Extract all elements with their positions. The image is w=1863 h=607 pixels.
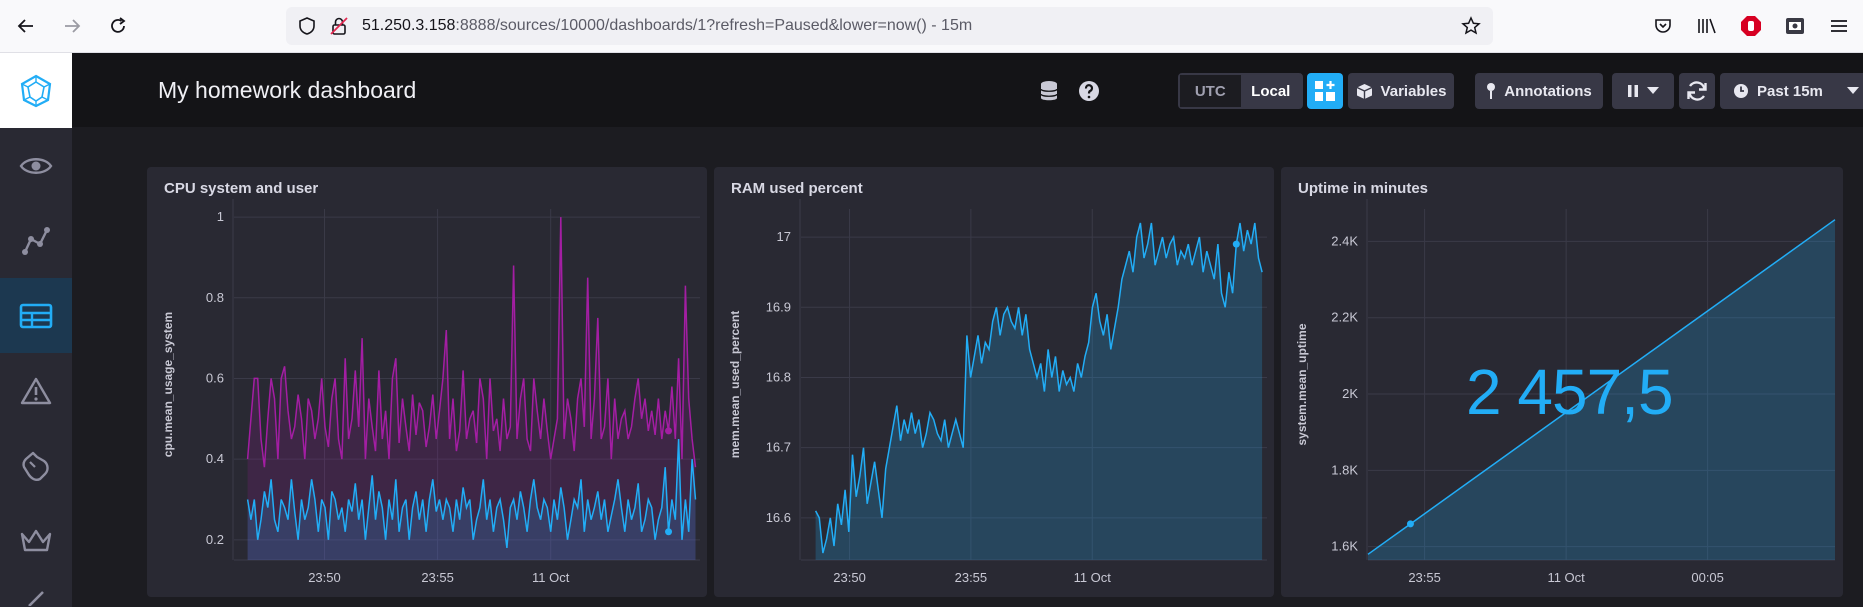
pocket-icon[interactable] (1650, 13, 1676, 39)
y-tick-label: 0.8 (206, 290, 224, 305)
y-tick-label: 16.6 (766, 510, 791, 525)
x-tick-label: 11 Oct (1074, 570, 1112, 585)
y-axis-label: cpu.mean_usage_system (161, 312, 175, 457)
caret-down-icon (1647, 87, 1659, 94)
url-path: :8888/sources/10000/dashboards/1?refresh… (455, 17, 973, 34)
x-tick-label: 00:05 (1691, 570, 1724, 585)
y-tick-label: 1.6K (1331, 539, 1358, 554)
variables-label: Variables (1380, 82, 1447, 100)
caret-down-icon (1846, 87, 1859, 94)
reload-button[interactable] (102, 10, 134, 42)
x-tick-label: 23:55 (421, 570, 454, 585)
dashboards-grid-icon (19, 303, 53, 328)
cpu-panel[interactable]: CPU system and user 0.2 0.4 0.6 0.8 1 23:50 23… (147, 167, 707, 597)
y-tick-label: 2.2K (1331, 310, 1358, 325)
alert-triangle-icon (20, 377, 52, 404)
y-axis-label: system.mean_uptime (1295, 323, 1309, 445)
sidebar-item-explore[interactable] (0, 203, 72, 278)
add-cell-icon (1315, 81, 1335, 101)
sources-button[interactable] (1032, 73, 1066, 109)
time-range-dropdown[interactable]: Past 15m (1720, 73, 1863, 109)
eye-icon (19, 157, 53, 174)
series-marker (1232, 240, 1240, 248)
y-tick-label: 17 (777, 229, 791, 244)
cube-icon (1356, 83, 1372, 99)
sidebar-item-admin[interactable] (0, 503, 72, 578)
chronograf-logo[interactable] (0, 53, 72, 128)
sidebar-item-dashboards[interactable] (0, 278, 72, 353)
x-tick-label: 23:50 (308, 570, 341, 585)
arrow-right-icon (65, 19, 81, 33)
y-tick-label: 16.7 (766, 440, 791, 455)
edit-icon (28, 591, 44, 606)
annotations-label: Annotations (1504, 82, 1592, 100)
y-tick-label: 16.9 (766, 299, 791, 314)
y-tick-label: 16.8 (766, 369, 791, 384)
x-tick-label: 23:50 (833, 570, 866, 585)
database-icon (1040, 81, 1058, 101)
refresh-button[interactable] (1679, 73, 1715, 109)
sidebar-item-alerting[interactable] (0, 353, 72, 428)
forward-button[interactable] (56, 10, 88, 42)
reload-icon (111, 17, 126, 33)
x-tick-label: 11 Oct (532, 570, 570, 585)
url-text: 51.250.3.158:8888/sources/10000/dashboar… (362, 17, 972, 35)
cpu-chart: 0.2 0.4 0.6 0.8 1 23:50 23:55 11 Oct cpu.mean_us… (161, 199, 700, 585)
menu-icon[interactable] (1826, 13, 1852, 39)
y-tick-label: 1.8K (1331, 462, 1358, 477)
wrench-icon (22, 451, 49, 481)
sidebar-item-status[interactable] (0, 128, 72, 203)
y-tick-label: 1 (217, 209, 224, 224)
ram-panel[interactable]: RAM used percent 16.6 16.7 16.8 16.9 17 23:50… (714, 167, 1274, 597)
insecure-lock-icon (330, 17, 348, 35)
pin-icon (1487, 83, 1496, 99)
extension-icon[interactable] (1782, 13, 1808, 39)
uptime-panel[interactable]: Uptime in minutes 1.6K 1.8K 2K 2.2K 2.4K 23:5… (1281, 167, 1843, 597)
autorefresh-dropdown[interactable] (1612, 73, 1674, 109)
y-tick-label: 0.2 (206, 532, 224, 547)
help-circle-icon (1079, 81, 1099, 101)
annotations-button[interactable]: Annotations (1475, 73, 1603, 109)
y-tick-label: 2K (1342, 386, 1358, 401)
time-range-label: Past 15m (1757, 82, 1823, 100)
help-button[interactable] (1072, 73, 1106, 109)
back-button[interactable] (10, 10, 42, 42)
tz-utc-option[interactable]: UTC (1180, 75, 1241, 107)
page-title: My homework dashboard (158, 77, 417, 103)
url-host: 51.250.3.158 (362, 17, 456, 34)
crown-icon (20, 529, 52, 551)
logo-icon (20, 74, 52, 107)
series-marker (665, 528, 673, 536)
clock-icon (1734, 84, 1748, 98)
x-tick-label: 23:55 (955, 570, 988, 585)
library-icon[interactable] (1694, 13, 1720, 39)
y-tick-label: 0.6 (206, 370, 224, 385)
shield-icon (299, 17, 315, 35)
url-bar[interactable]: 51.250.3.158:8888/sources/10000/dashboar… (286, 7, 1493, 45)
series-marker (665, 427, 673, 435)
pause-icon (1628, 85, 1638, 97)
single-stat-value: 2 457,5 (1466, 356, 1674, 428)
y-tick-label: 0.4 (206, 451, 224, 466)
add-cell-button[interactable] (1307, 73, 1343, 109)
bookmark-star-icon[interactable] (1461, 16, 1481, 36)
browser-toolbar: 51.250.3.158:8888/sources/10000/dashboar… (0, 0, 1863, 53)
variables-button[interactable]: Variables (1348, 73, 1454, 109)
graph-nodes-icon (22, 226, 50, 255)
page-header: My homework dashboard UTC Local Variable… (72, 53, 1863, 127)
sidebar-item-more[interactable] (0, 578, 72, 607)
x-tick-label: 23:55 (1408, 570, 1441, 585)
stop-extension-icon[interactable] (1738, 13, 1764, 39)
series-marker (1406, 520, 1414, 528)
x-tick-label: 11 Oct (1547, 570, 1585, 585)
timezone-toggle: UTC Local (1178, 73, 1303, 109)
refresh-icon (1687, 81, 1707, 101)
arrow-left-icon (17, 19, 33, 33)
y-axis-label: mem.mean_used_percent (728, 311, 742, 458)
tz-local-option[interactable]: Local (1240, 75, 1301, 107)
ram-chart: 16.6 16.7 16.8 16.9 17 23:50 23:55 11 Oct mem.me… (728, 199, 1267, 585)
app-sidebar (0, 53, 72, 607)
sidebar-item-configuration[interactable] (0, 428, 72, 503)
y-tick-label: 2.4K (1331, 233, 1358, 248)
